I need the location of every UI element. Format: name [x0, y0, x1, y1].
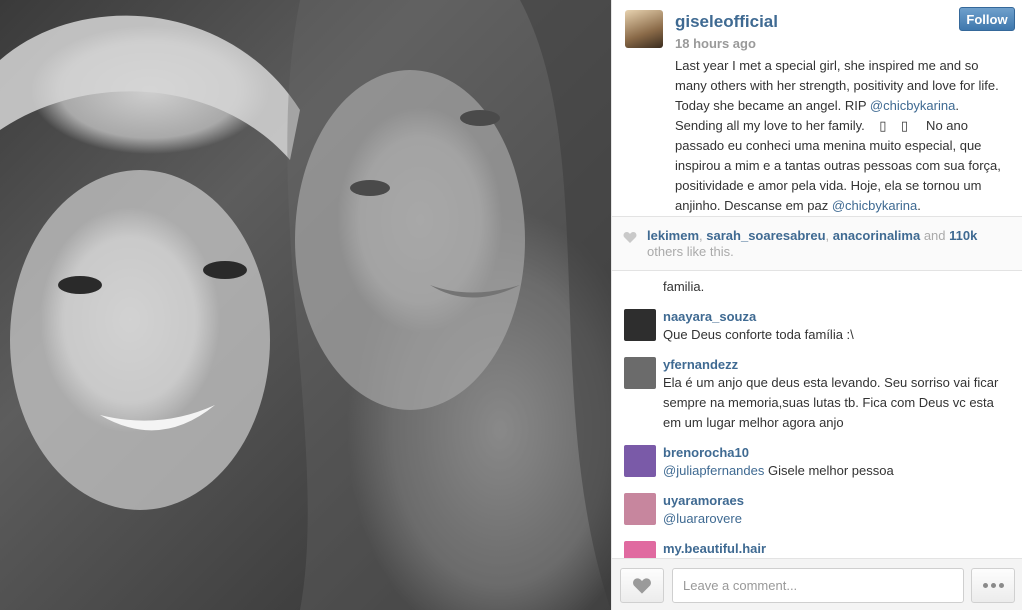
author-username[interactable]: giseleofficial	[675, 12, 778, 32]
photo-illustration	[0, 0, 611, 610]
likes-suffix: others like this.	[647, 244, 734, 259]
comment-text: @luararovere	[663, 509, 1015, 529]
post-timestamp: 18 hours ago	[675, 36, 756, 51]
comments-list[interactable]: familia. naayara_souza Que Deus conforte…	[612, 271, 1022, 558]
commenter-username[interactable]: naayara_souza	[663, 309, 756, 324]
comment-text: Que Deus conforte toda família :\	[663, 327, 854, 342]
commenter-avatar[interactable]	[624, 493, 656, 525]
commenter-username[interactable]: yfernandezz	[663, 357, 738, 372]
more-options-button[interactable]	[971, 568, 1015, 603]
liker-username[interactable]: lekimem	[647, 228, 699, 243]
comment-text: @juliapfernandes Gisele melhor pessoa	[663, 461, 1015, 481]
post-sidebar: giseleofficial 18 hours ago Follow Last …	[611, 0, 1022, 610]
comment-mention[interactable]: @juliapfernandes	[663, 463, 764, 478]
comment-input[interactable]	[672, 568, 964, 603]
comment-mention[interactable]: @luararovere	[663, 511, 742, 526]
comment-text: Ela é um anjo que deus esta levando. Seu…	[663, 375, 999, 430]
comment-body: Gisele melhor pessoa	[764, 463, 894, 478]
caption-mention-2[interactable]: @chicbykarina	[832, 198, 917, 213]
likes-separator: ,	[825, 228, 833, 243]
more-dots-icon	[982, 583, 988, 588]
author-avatar[interactable]	[625, 10, 663, 48]
liker-username[interactable]: anacorinalima	[833, 228, 920, 243]
post-caption: Last year I met a special girl, she insp…	[675, 56, 1007, 216]
follow-button[interactable]: Follow	[959, 7, 1015, 31]
post-header: giseleofficial 18 hours ago Follow Last …	[612, 0, 1022, 216]
more-dots-icon	[990, 583, 996, 588]
caption-text-2: . Sending all my love to her family. ▯ ▯…	[675, 98, 1001, 213]
post-photo	[0, 0, 611, 610]
commenter-avatar[interactable]	[624, 445, 656, 477]
likes-and: and	[920, 228, 950, 243]
comment-text: familia.	[663, 279, 705, 294]
heart-icon	[633, 578, 651, 594]
likes-count[interactable]: 110k	[949, 228, 977, 243]
commenter-avatar[interactable]	[624, 541, 656, 558]
caption-text-3: .	[917, 198, 921, 213]
commenter-username[interactable]: my.beautiful.hair	[663, 541, 766, 556]
more-dots-icon	[998, 583, 1004, 588]
caption-mention-1[interactable]: @chicbykarina	[870, 98, 955, 113]
comment-footer	[612, 558, 1022, 610]
commenter-username[interactable]: brenorocha10	[663, 445, 749, 460]
likes-summary: lekimem, sarah_soaresabreu, anacorinalim…	[647, 228, 1007, 260]
commenter-avatar[interactable]	[624, 357, 656, 389]
commenter-username[interactable]: uyaramoraes	[663, 493, 744, 508]
likes-bar: lekimem, sarah_soaresabreu, anacorinalim…	[612, 216, 1022, 271]
commenter-avatar[interactable]	[624, 309, 656, 341]
heart-icon	[623, 232, 637, 243]
liker-username[interactable]: sarah_soaresabreu	[706, 228, 825, 243]
like-button[interactable]	[620, 568, 664, 603]
